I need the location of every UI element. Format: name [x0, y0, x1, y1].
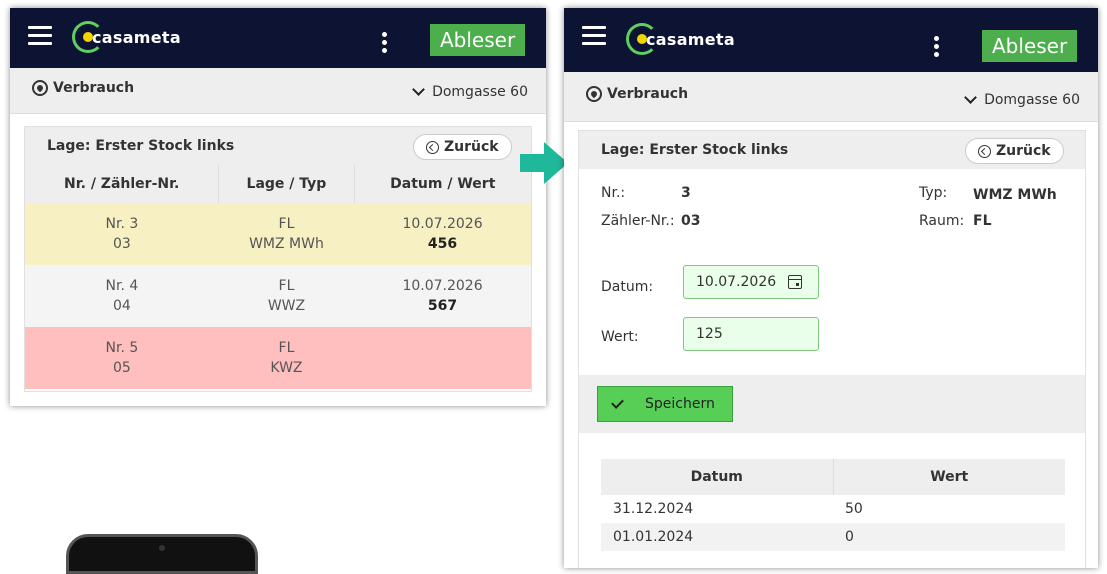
column-header: Nr. / Zähler-Nr. — [25, 165, 219, 203]
table-row[interactable]: Nr. 5 05 FL KWZ — [25, 327, 531, 389]
card-header: Lage: Erster Stock links Zurück — [579, 131, 1085, 169]
history-date: 31.12.2024 — [613, 501, 694, 517]
room-label: Raum: — [919, 213, 965, 229]
table-row: 31.12.2024 50 — [601, 495, 1065, 523]
nr-cell: Nr. 4 04 — [25, 265, 219, 327]
address-dropdown[interactable]: Domgasse 60 — [412, 83, 528, 100]
back-icon — [978, 144, 991, 158]
sub-header: Verbrauch Domgasse 60 — [10, 68, 546, 114]
back-button[interactable]: Zurück — [965, 138, 1064, 164]
address-label: Domgasse 60 — [984, 92, 1080, 108]
type-value: WMZ MWh — [973, 187, 1057, 203]
list-screen: casameta Ableser Verbrauch Domgasse 60 L… — [10, 8, 546, 406]
more-options-icon[interactable] — [934, 36, 940, 60]
back-label: Zurück — [996, 143, 1051, 159]
column-header: Datum / Wert — [353, 165, 531, 203]
room-value: FL — [973, 213, 992, 229]
section-title[interactable]: Verbrauch — [586, 86, 688, 102]
card-title: Lage: Erster Stock links — [601, 142, 789, 158]
column-header: Wert — [832, 459, 1065, 495]
meter-label: Zähler-Nr.: — [601, 213, 675, 229]
camera-icon — [159, 545, 165, 551]
table-row: 01.01.2024 0 — [601, 523, 1065, 551]
menu-icon[interactable] — [28, 26, 52, 46]
detail-screen: casameta Ableser Verbrauch Domgasse 60 L… — [564, 8, 1098, 568]
chevron-down-icon — [412, 83, 425, 96]
history-date: 01.01.2024 — [601, 523, 833, 551]
meter-detail-card: Lage: Erster Stock links Zurück Nr.: 3 Z… — [578, 130, 1086, 568]
back-label: Zurück — [444, 139, 499, 155]
value-input[interactable]: 125 — [683, 317, 819, 351]
nr-cell: Nr. 3 03 — [25, 203, 219, 265]
location-cell: FL KWZ — [218, 327, 355, 389]
column-header: Datum — [601, 459, 833, 495]
role-button[interactable]: Ableser — [982, 30, 1078, 62]
transition-arrow-icon — [520, 142, 568, 184]
more-options-icon[interactable] — [382, 32, 388, 56]
address-label: Domgasse 60 — [432, 84, 528, 100]
column-header: Lage / Typ — [218, 165, 355, 203]
reading-cell: 10.07.2026 456 — [354, 203, 531, 265]
location-cell: FL WWZ — [218, 265, 355, 327]
save-label: Speichern — [645, 396, 715, 412]
logo-icon — [626, 23, 658, 55]
reading-cell: 10.07.2026 567 — [354, 265, 531, 327]
section-label: Verbrauch — [607, 86, 689, 102]
top-bar: casameta Ableser — [564, 8, 1098, 72]
check-icon — [611, 396, 624, 409]
logo: casameta — [626, 22, 735, 56]
logo-icon — [72, 21, 104, 53]
history-table: Datum Wert 31.12.2024 50 01.01.2024 0 — [601, 459, 1065, 551]
back-button[interactable]: Zurück — [413, 134, 512, 160]
location-cell: FL WMZ MWh — [218, 203, 355, 265]
card-header: Lage: Erster Stock links Zurück — [25, 127, 531, 165]
date-field[interactable]: 10.07.2026 — [683, 265, 819, 299]
card-title: Lage: Erster Stock links — [47, 138, 235, 154]
date-field-value: 10.07.2026 — [696, 274, 777, 290]
meter-value: 03 — [681, 213, 701, 229]
drop-icon — [32, 80, 48, 96]
calendar-icon[interactable] — [788, 275, 803, 289]
save-bar: Speichern — [579, 375, 1085, 433]
table-row[interactable]: Nr. 4 04 FL WWZ 10.07.2026 567 — [25, 265, 531, 327]
phone-image — [66, 534, 258, 574]
history-value: 50 — [845, 501, 863, 517]
back-icon — [426, 140, 439, 154]
nr-label: Nr.: — [601, 185, 626, 201]
section-label: Verbrauch — [53, 80, 135, 96]
drop-icon — [586, 86, 602, 102]
history-value: 0 — [833, 523, 1065, 551]
menu-icon[interactable] — [582, 26, 606, 46]
top-bar: casameta Ableser — [10, 8, 546, 68]
date-label: Datum: — [601, 279, 654, 295]
brand-name: casameta — [646, 29, 735, 49]
sub-header: Verbrauch Domgasse 60 — [564, 72, 1098, 122]
value-label: Wert: — [601, 329, 639, 345]
brand-name: casameta — [92, 27, 181, 47]
section-title[interactable]: Verbrauch — [32, 80, 134, 96]
nr-cell: Nr. 5 05 — [25, 327, 219, 389]
reading-cell — [354, 327, 531, 389]
address-dropdown[interactable]: Domgasse 60 — [964, 91, 1080, 108]
save-button[interactable]: Speichern — [597, 386, 733, 422]
logo: casameta — [72, 20, 181, 54]
meter-table: Nr. / Zähler-Nr. Lage / Typ Datum / Wert… — [25, 165, 531, 389]
chevron-down-icon — [964, 91, 977, 104]
meter-list-card: Lage: Erster Stock links Zurück Nr. / Zä… — [24, 126, 532, 392]
value-input-text: 125 — [696, 326, 723, 342]
nr-value: 3 — [681, 185, 691, 201]
type-label: Typ: — [919, 185, 948, 201]
table-row[interactable]: Nr. 3 03 FL WMZ MWh 10.07.2026 456 — [25, 203, 531, 265]
role-button[interactable]: Ableser — [430, 24, 526, 56]
